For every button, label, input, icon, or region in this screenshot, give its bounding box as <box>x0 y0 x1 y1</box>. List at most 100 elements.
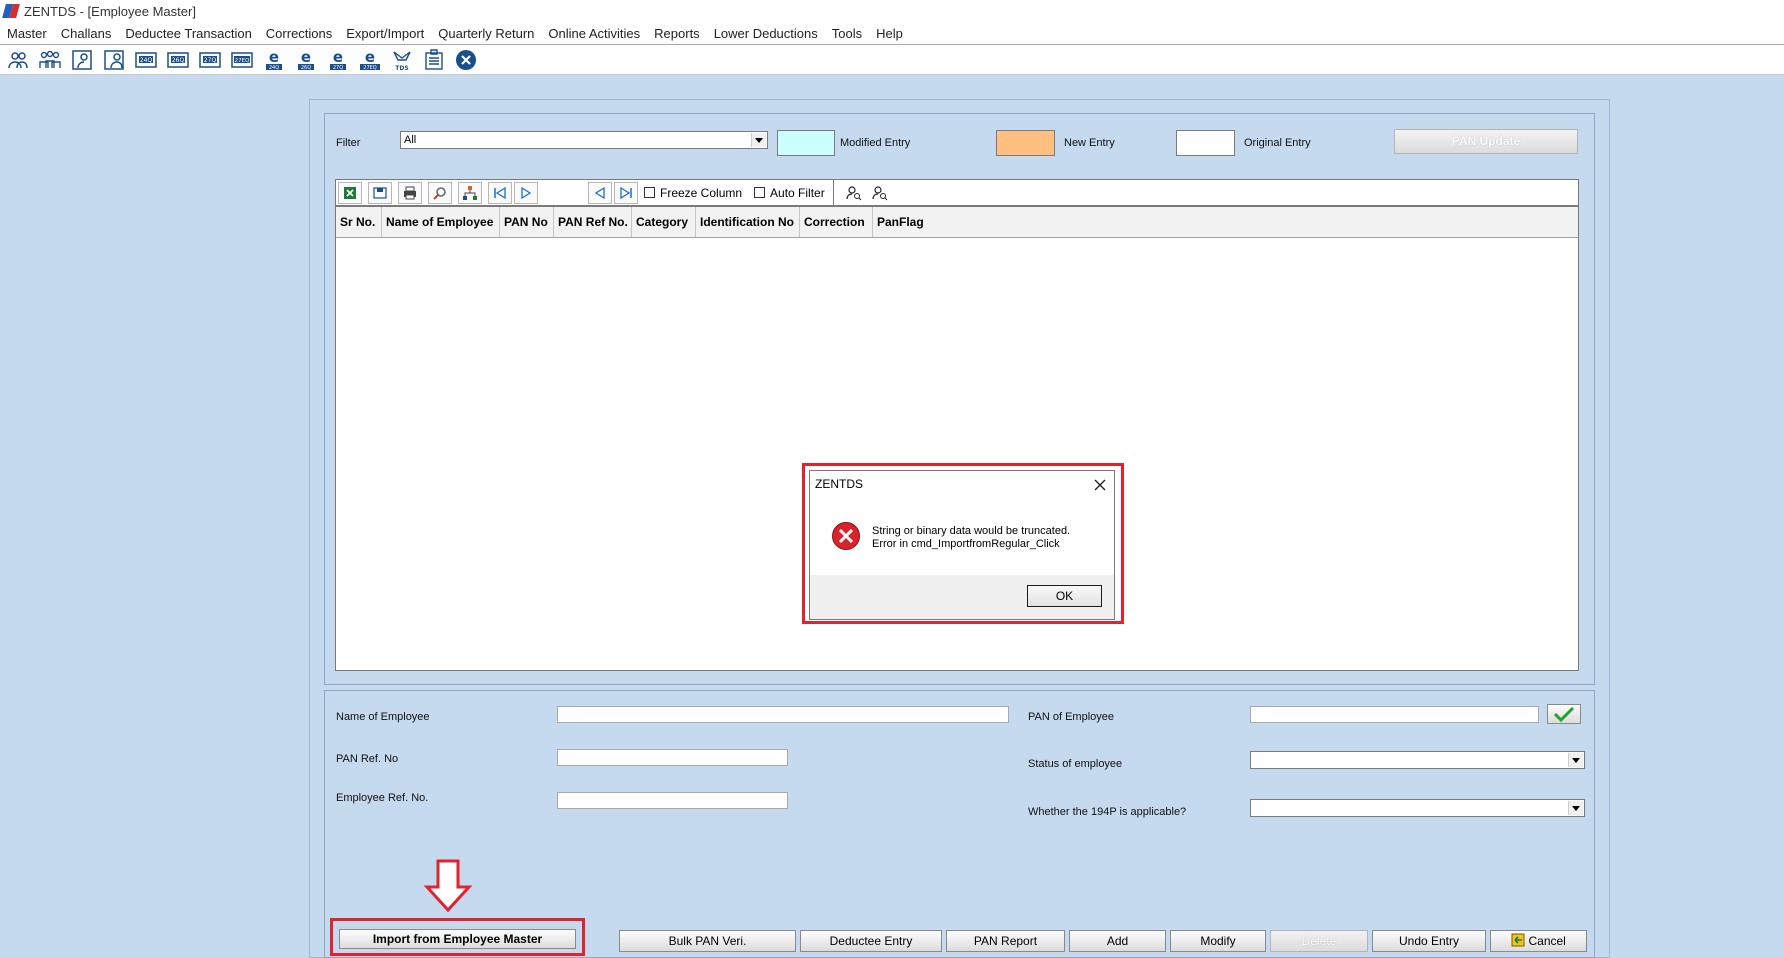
deductee-entry-label: Deductee Entry <box>829 934 913 948</box>
col-sr-no[interactable]: Sr No. <box>336 207 382 237</box>
original-entry-label: Original Entry <box>1244 137 1311 149</box>
freeze-column-box[interactable] <box>644 187 655 198</box>
modified-entry-swatch <box>777 130 835 156</box>
import-from-employee-master-button[interactable]: Import from Employee Master <box>339 929 576 949</box>
e27-icon[interactable]: e 27Q <box>324 47 352 73</box>
user-search-icon[interactable] <box>842 182 866 204</box>
form-27eq-icon[interactable]: 27EQ <box>228 47 256 73</box>
pan-ref-no-label: PAN Ref. No <box>336 753 399 765</box>
deductor-icon[interactable] <box>4 47 32 73</box>
tds-icon[interactable]: TDS <box>388 47 416 73</box>
e24-icon[interactable]: e 24Q <box>260 47 288 73</box>
employee-ref-no-label: Employee Ref. No. <box>336 792 429 804</box>
auto-filter-box[interactable] <box>754 187 766 198</box>
form-24q-icon[interactable]: 24Q <box>132 47 160 73</box>
dialog-title: ZENTDS <box>815 477 863 491</box>
menu-master[interactable]: Master <box>0 26 54 41</box>
delete-button[interactable]: Delete <box>1270 930 1368 952</box>
freeze-column-checkbox[interactable]: Freeze Column <box>644 186 742 200</box>
delete-label: Delete <box>1301 934 1337 948</box>
chevron-down-icon <box>1568 753 1583 767</box>
deductees-icon[interactable] <box>36 47 64 73</box>
add-button[interactable]: Add <box>1069 930 1166 952</box>
section-194p-label: Whether the 194P is applicable? <box>1028 806 1187 818</box>
col-correction[interactable]: Correction <box>800 207 873 237</box>
print-icon[interactable] <box>398 181 422 204</box>
modify-button[interactable]: Modify <box>1170 930 1266 952</box>
col-identification-no[interactable]: Identification No <box>696 207 800 237</box>
pan-verify-button[interactable] <box>1547 704 1581 724</box>
user-find-icon[interactable] <box>868 182 892 204</box>
menu-challans[interactable]: Challans <box>54 26 119 41</box>
hierarchy-icon[interactable] <box>458 181 482 204</box>
filter-value: All <box>404 134 417 146</box>
dialog-message-line-1: String or binary data would be truncated… <box>872 525 1071 537</box>
cancel-label: Cancel <box>1528 934 1566 948</box>
dialog-message-line-2: Error in cmd_ImportfromRegular_Click <box>872 538 1060 550</box>
menu-reports[interactable]: Reports <box>647 26 707 41</box>
employee-icon[interactable] <box>68 47 96 73</box>
excel-export-icon[interactable] <box>338 181 362 204</box>
svg-text:27EQ: 27EQ <box>235 58 250 64</box>
chevron-down-icon <box>751 133 766 147</box>
dialog-message: String or binary data would be truncated… <box>872 525 1070 551</box>
pan-update-button[interactable]: PAN Update <box>1394 129 1578 154</box>
name-of-employee-input[interactable] <box>557 706 1009 723</box>
pan-update-label: PAN Update <box>1451 134 1521 148</box>
status-of-employee-label: Status of employee <box>1028 758 1123 770</box>
menu-tools[interactable]: Tools <box>825 26 869 41</box>
form-26q-icon[interactable]: 26Q <box>164 47 192 73</box>
menu-lower-deductions[interactable]: Lower Deductions <box>707 26 825 41</box>
menu-online-activities[interactable]: Online Activities <box>541 26 647 41</box>
filter-dropdown[interactable]: All <box>400 131 768 149</box>
menu-bar: Master Challans Deductee Transaction Cor… <box>0 22 1784 45</box>
error-icon <box>832 522 860 550</box>
menu-export-import[interactable]: Export/Import <box>339 26 431 41</box>
last-record-icon[interactable] <box>614 181 638 204</box>
bulk-pan-verification-button[interactable]: Bulk PAN Veri. <box>619 930 796 952</box>
pan-report-button[interactable]: PAN Report <box>946 930 1065 952</box>
col-pan-ref-no[interactable]: PAN Ref No. <box>554 207 632 237</box>
section-194p-dropdown[interactable] <box>1250 799 1585 817</box>
svg-text:e: e <box>269 48 279 66</box>
col-category[interactable]: Category <box>632 207 696 237</box>
title-bar: ZENTDS - [Employee Master] <box>0 0 1784 22</box>
dialog-close-icon[interactable] <box>1094 479 1106 491</box>
auto-filter-checkbox[interactable]: Auto Filter <box>754 186 825 200</box>
previous-record-icon[interactable] <box>588 181 612 204</box>
employee-ref-no-input[interactable] <box>557 792 788 809</box>
pan-of-employee-label: PAN of Employee <box>1028 711 1115 723</box>
status-of-employee-dropdown[interactable] <box>1250 751 1585 769</box>
name-of-employee-label: Name of Employee <box>336 711 430 723</box>
svg-text:26Q: 26Q <box>172 57 185 64</box>
close-icon[interactable] <box>452 47 480 73</box>
menu-deductee-transaction[interactable]: Deductee Transaction <box>118 26 258 41</box>
col-name-of-employee[interactable]: Name of Employee <box>382 207 500 237</box>
cancel-button[interactable]: Cancel <box>1490 930 1587 952</box>
menu-corrections[interactable]: Corrections <box>259 26 339 41</box>
form-27q-icon[interactable]: 27Q <box>196 47 224 73</box>
e26-icon[interactable]: e 26Q <box>292 47 320 73</box>
report-icon[interactable] <box>420 47 448 73</box>
col-panflag[interactable]: PanFlag <box>873 207 1578 237</box>
save-icon[interactable] <box>368 181 392 204</box>
svg-text:26Q: 26Q <box>301 65 311 71</box>
next-record-icon[interactable] <box>514 181 538 204</box>
svg-text:27Q: 27Q <box>333 65 343 71</box>
employee-master-icon[interactable] <box>100 47 128 73</box>
ok-button[interactable]: OK <box>1027 585 1102 607</box>
undo-entry-button[interactable]: Undo Entry <box>1372 930 1486 952</box>
col-pan-no[interactable]: PAN No <box>500 207 554 237</box>
chevron-down-icon <box>1568 801 1583 815</box>
e27eq-icon[interactable]: e 27EQ <box>356 47 384 73</box>
menu-help[interactable]: Help <box>869 26 910 41</box>
pan-ref-no-input[interactable] <box>557 749 788 766</box>
pan-of-employee-input[interactable] <box>1250 706 1539 723</box>
modify-label: Modify <box>1200 934 1236 948</box>
first-record-icon[interactable] <box>488 181 512 204</box>
app-logo <box>4 4 18 18</box>
grid-header: Sr No. Name of Employee PAN No PAN Ref N… <box>336 207 1578 238</box>
deductee-entry-button[interactable]: Deductee Entry <box>800 930 942 952</box>
find-icon[interactable] <box>428 181 452 204</box>
menu-quarterly-return[interactable]: Quarterly Return <box>431 26 541 41</box>
